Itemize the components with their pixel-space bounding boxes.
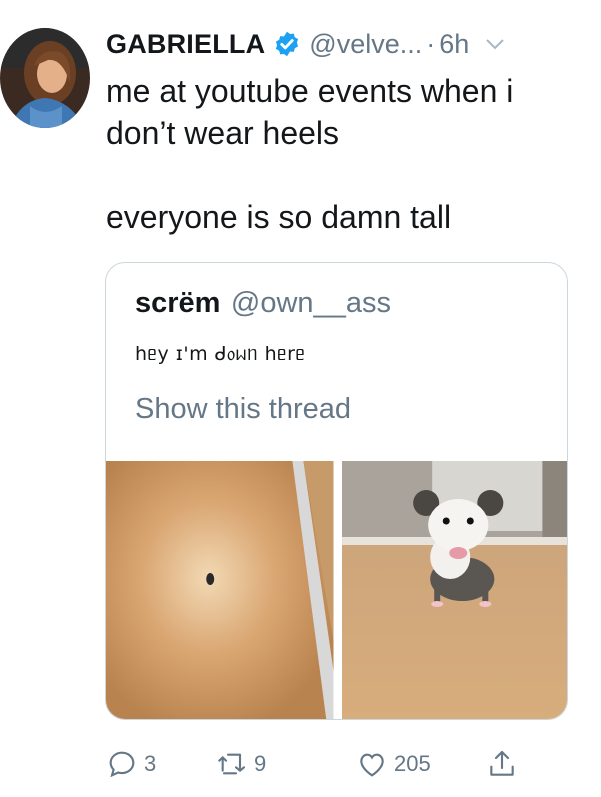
tweet-timestamp[interactable]: 6h	[439, 29, 469, 60]
photo-opossum-image	[341, 461, 567, 719]
tweet-text-line: me at youtube events when i don’t wear h…	[106, 73, 514, 151]
author-display-name[interactable]: GABRIELLA	[106, 29, 265, 60]
avatar-photo	[0, 28, 90, 128]
quoted-author-name: scrëm	[135, 287, 221, 319]
separator-dot: ·	[426, 28, 436, 59]
quoted-author-handle: @own__ass	[230, 287, 391, 319]
heart-icon	[360, 753, 384, 777]
share-button[interactable]	[486, 748, 524, 780]
author-handle[interactable]: @velve...	[309, 29, 422, 60]
tweet-actions: 3 9 205	[106, 748, 536, 788]
media-photo-opossum[interactable]	[341, 461, 567, 719]
reply-count: 3	[144, 751, 157, 776]
reply-button[interactable]: 3	[106, 748, 156, 780]
show-thread-link[interactable]: Show this thread	[135, 393, 351, 426]
tweet-text-line: everyone is so damn tall	[106, 199, 452, 235]
author-avatar[interactable]	[0, 28, 90, 128]
chevron-down-icon[interactable]	[485, 37, 505, 51]
quoted-tweet-text: hᥱy ɪ'm ᑯ᥆ᥕᥒ hᥱrᥱ	[135, 343, 306, 365]
like-button[interactable]: 205	[356, 748, 431, 780]
retweet-count: 9	[254, 751, 267, 776]
retweet-icon	[218, 753, 246, 775]
quoted-tweet-card[interactable]: scrëm @own__ass hᥱy ɪ'm ᑯ᥆ᥕᥒ hᥱrᥱ Show t…	[105, 262, 568, 720]
reply-icon	[109, 751, 135, 778]
media-photo-floor[interactable]	[106, 461, 334, 719]
photo-floor-image	[106, 461, 334, 719]
quoted-tweet-header: scrëm @own__ass	[135, 287, 391, 320]
quoted-media[interactable]	[106, 461, 567, 719]
like-count: 205	[394, 751, 431, 776]
tweet-header: GABRIELLA @velve... · 6h	[106, 22, 505, 66]
share-icon	[490, 750, 514, 776]
tweet-text: me at youtube events when i don’t wear h…	[106, 70, 586, 238]
retweet-button[interactable]: 9	[216, 748, 266, 780]
verified-badge-icon	[276, 31, 299, 57]
